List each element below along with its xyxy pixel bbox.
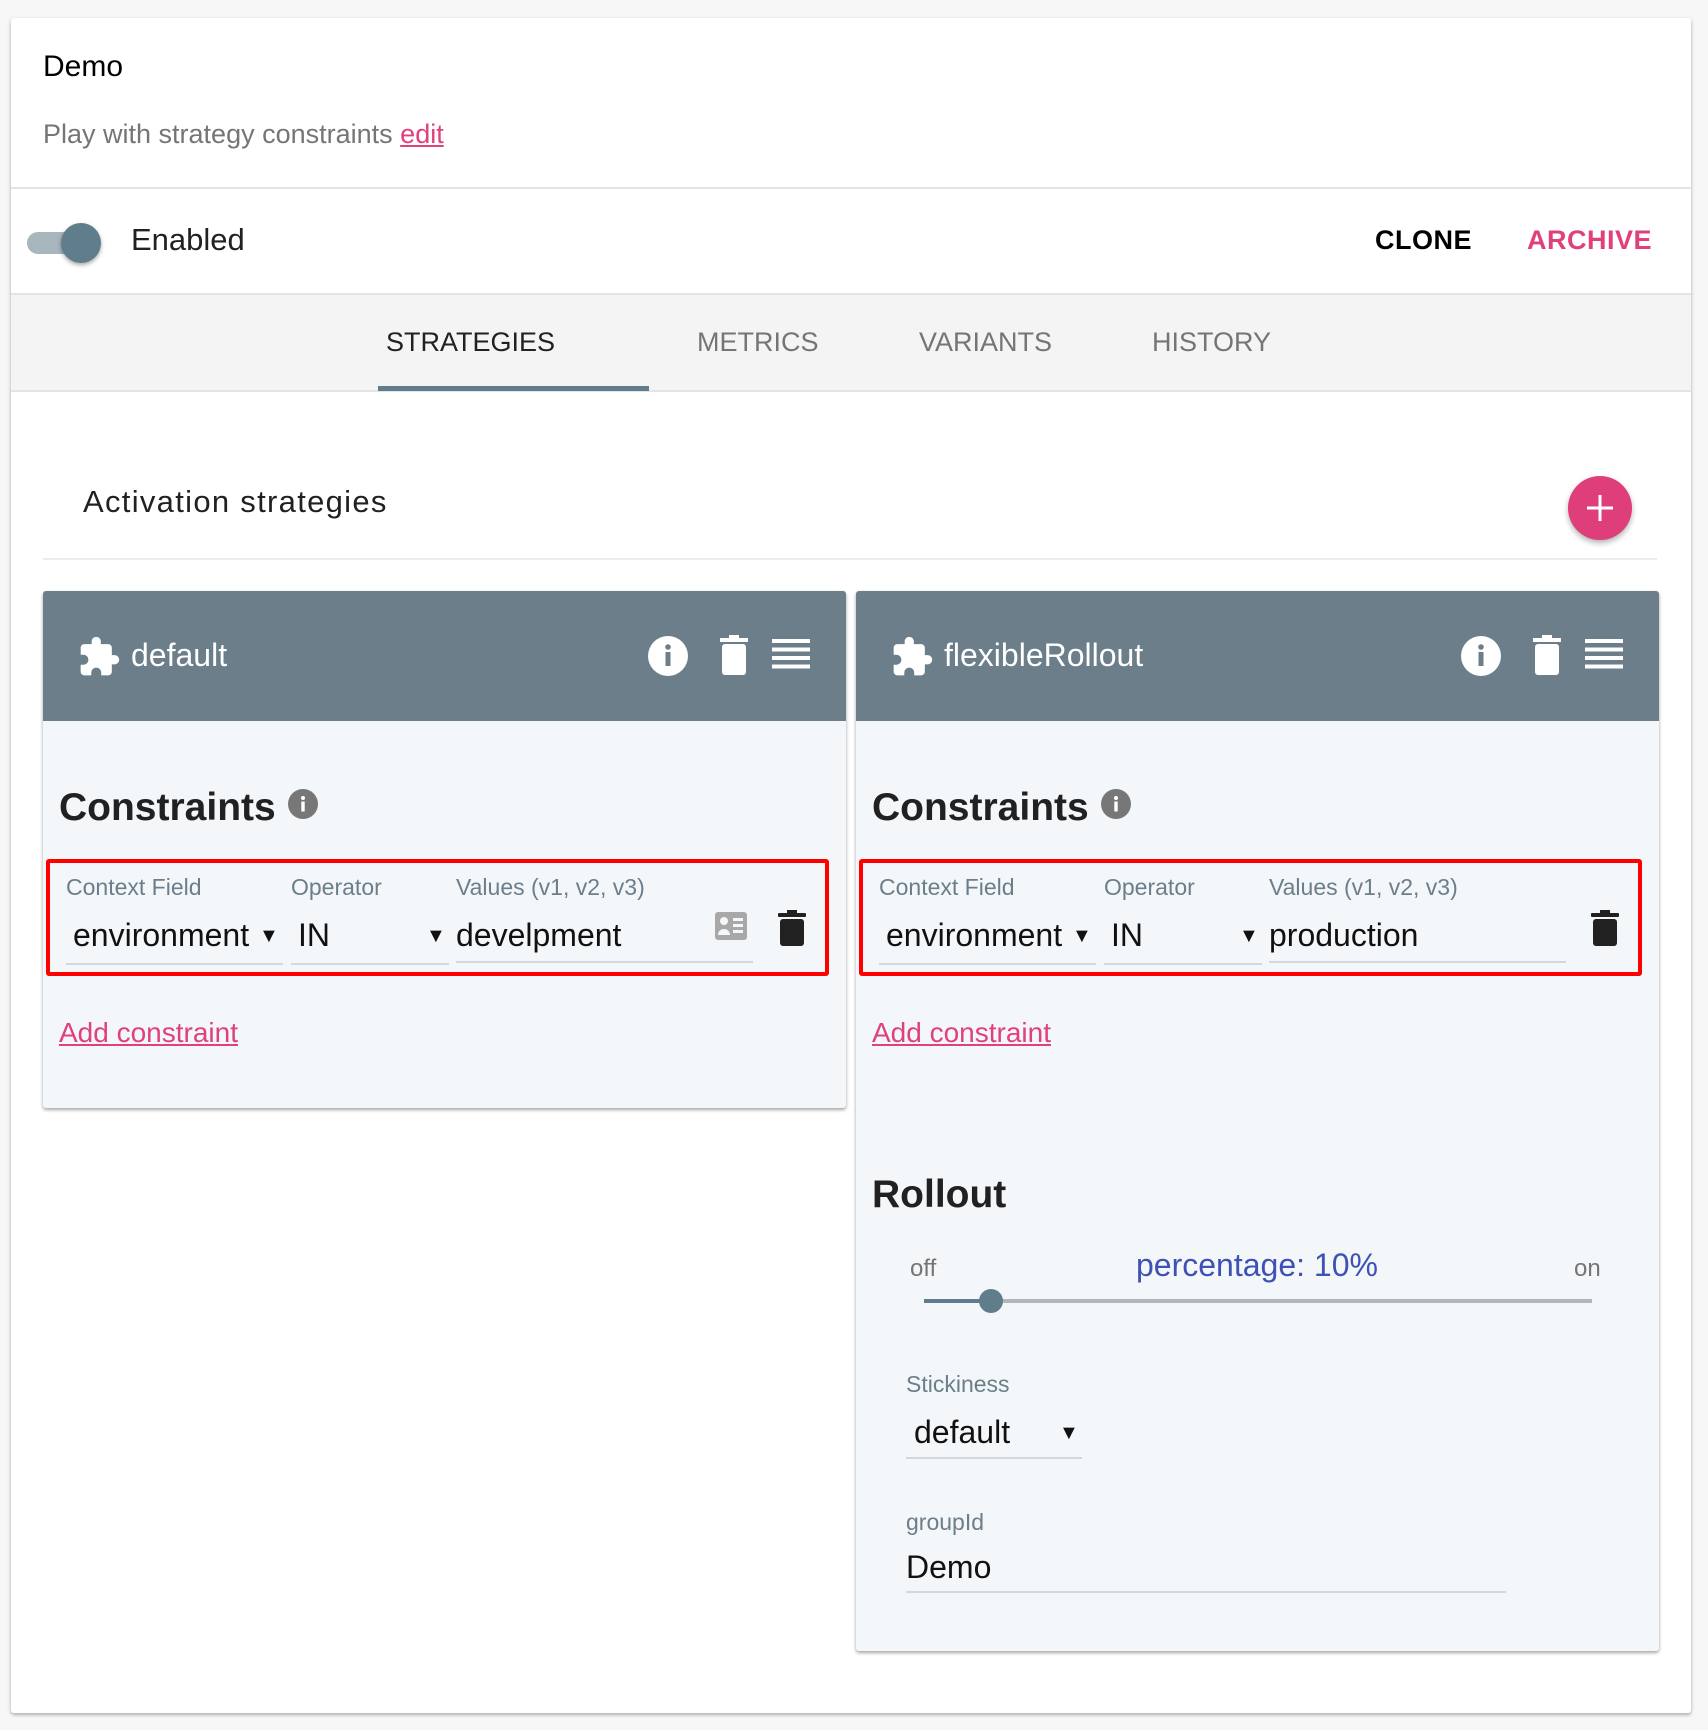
active-tab-indicator [378, 386, 649, 391]
field-underline [1269, 961, 1566, 963]
description-text: Play with strategy constraints [43, 119, 393, 149]
add-constraint-link[interactable]: Add constraint [872, 1017, 1051, 1049]
field-underline [1104, 963, 1262, 965]
divider [43, 558, 1657, 560]
constraints-heading: Constraints [59, 786, 276, 829]
field-underline [291, 963, 449, 965]
percentage-label: percentage: 10% [1136, 1247, 1378, 1283]
strategy-name: flexibleRollout [944, 637, 1144, 673]
drag-handle-icon[interactable] [772, 639, 810, 669]
rollout-heading: Rollout [872, 1173, 1007, 1216]
delete-constraint-icon[interactable] [1591, 910, 1619, 946]
operator-label: Operator [291, 874, 382, 900]
toggle-thumb [61, 223, 101, 263]
stickiness-select[interactable]: default [914, 1414, 1010, 1451]
add-strategy-button[interactable] [1568, 476, 1632, 540]
constraints-heading: Constraints [872, 786, 1089, 829]
field-underline [66, 963, 283, 965]
field-underline [906, 1457, 1082, 1459]
rollout-slider[interactable] [924, 1287, 1592, 1317]
info-icon[interactable] [1101, 789, 1131, 819]
slider-off-label: off [910, 1255, 937, 1282]
context-field-label: Context Field [66, 874, 202, 900]
trash-icon[interactable] [720, 635, 748, 675]
strategy-header: default [43, 591, 846, 721]
strategy-header: flexibleRollout [856, 591, 1659, 721]
plus-icon [1587, 495, 1613, 521]
add-constraint-link[interactable]: Add constraint [59, 1017, 238, 1049]
activation-strategies-heading: Activation strategies [83, 484, 388, 519]
context-field-select[interactable]: environment [886, 917, 1062, 954]
operator-label: Operator [1104, 874, 1195, 900]
enabled-toggle[interactable] [27, 222, 101, 263]
info-icon[interactable] [1460, 635, 1502, 677]
tab-history[interactable]: HISTORY [1152, 327, 1271, 358]
slider-on-label: on [1574, 1255, 1601, 1282]
operator-select[interactable]: IN [1111, 917, 1143, 954]
tab-strategies[interactable]: STRATEGIES [386, 327, 555, 358]
values-input[interactable]: production [1269, 917, 1418, 954]
stickiness-label: Stickiness [906, 1371, 1010, 1397]
values-label: Values (v1, v2, v3) [1269, 874, 1458, 900]
slider-thumb[interactable] [978, 1289, 1003, 1313]
field-underline [906, 1591, 1506, 1593]
tab-variants[interactable]: VARIANTS [919, 327, 1052, 358]
info-icon[interactable] [288, 789, 318, 819]
chevron-down-icon: ▼ [259, 925, 279, 947]
puzzle-icon [80, 636, 120, 676]
archive-button[interactable]: ARCHIVE [1527, 225, 1652, 256]
context-field-label: Context Field [879, 874, 1015, 900]
trash-icon[interactable] [1533, 635, 1561, 675]
edit-description-link[interactable]: edit [400, 119, 444, 149]
strategy-card-default: default Constraints Context Field Operat… [43, 591, 846, 1108]
tab-metrics[interactable]: METRICS [697, 327, 819, 358]
enabled-label: Enabled [131, 222, 245, 257]
strategy-name: default [131, 637, 228, 673]
divider [11, 187, 1691, 189]
group-id-label: groupId [906, 1509, 985, 1535]
clone-button[interactable]: CLONE [1375, 225, 1472, 256]
context-field-select[interactable]: environment [73, 917, 249, 954]
values-label: Values (v1, v2, v3) [456, 874, 645, 900]
delete-constraint-icon[interactable] [778, 910, 806, 946]
drag-handle-icon[interactable] [1585, 639, 1623, 669]
strategy-card-flexible-rollout: flexibleRollout Constraints Context Fiel… [856, 591, 1659, 1651]
contact-card-icon[interactable] [715, 912, 747, 940]
group-id-input[interactable]: Demo [906, 1549, 991, 1586]
chevron-down-icon: ▼ [426, 925, 446, 947]
chevron-down-icon: ▼ [1072, 925, 1092, 947]
values-input[interactable]: develpment [456, 917, 621, 954]
feature-title: Demo [43, 50, 124, 83]
puzzle-icon [893, 636, 933, 676]
tab-bar: STRATEGIES METRICS VARIANTS HISTORY [11, 293, 1691, 392]
info-icon[interactable] [647, 635, 689, 677]
feature-description: Play with strategy constraints edit [43, 119, 444, 150]
field-underline [879, 963, 1096, 965]
operator-select[interactable]: IN [298, 917, 330, 954]
field-underline [456, 961, 753, 963]
chevron-down-icon: ▼ [1239, 925, 1259, 947]
slider-rail [924, 1299, 1592, 1303]
chevron-down-icon: ▼ [1059, 1422, 1079, 1444]
